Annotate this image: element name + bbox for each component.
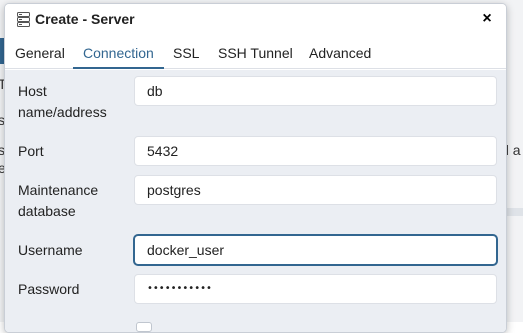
host-input[interactable]: db: [134, 76, 497, 106]
host-label: Host name/address: [18, 83, 107, 120]
close-button[interactable]: ×: [478, 10, 496, 28]
tab-ssl[interactable]: SSL: [163, 37, 209, 69]
dialog-titlebar[interactable]: Create - Server ×: [5, 4, 506, 35]
checkbox-partial[interactable]: [136, 322, 152, 332]
tab-bar: General Connection SSL SSH Tunnel Advanc…: [5, 37, 506, 69]
dialog-title: Create - Server: [35, 11, 135, 27]
tab-general[interactable]: General: [5, 37, 75, 69]
maintenance-db-label: Maintenance database: [18, 182, 99, 219]
username-label: Username: [18, 242, 83, 258]
password-label: Password: [18, 281, 80, 297]
port-input[interactable]: 5432: [134, 136, 497, 166]
port-label: Port: [18, 143, 44, 159]
username-input[interactable]: docker_user: [134, 235, 497, 265]
background-panel: [507, 208, 523, 216]
server-icon: [17, 12, 30, 27]
password-input[interactable]: •••••••••••: [134, 274, 497, 304]
maintenance-db-input[interactable]: postgres: [134, 175, 497, 205]
tab-connection[interactable]: Connection: [73, 37, 164, 69]
tab-ssh-tunnel[interactable]: SSH Tunnel: [208, 37, 303, 69]
create-server-dialog: Create - Server × General Connection SSL…: [4, 3, 507, 333]
tab-advanced[interactable]: Advanced: [299, 37, 381, 69]
